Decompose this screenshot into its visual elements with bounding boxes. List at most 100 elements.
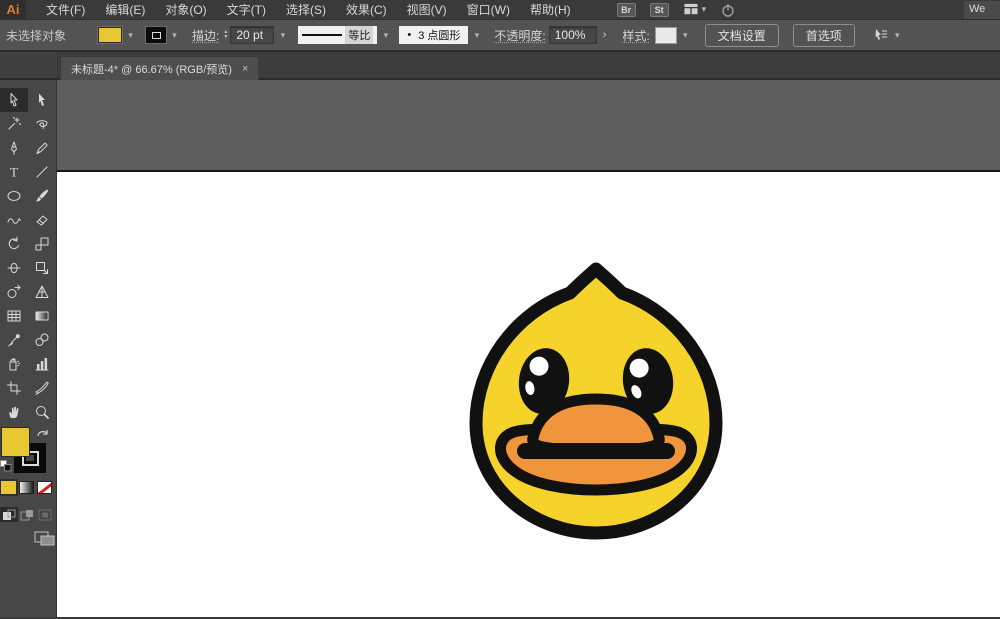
draw-behind-button[interactable] (18, 507, 36, 522)
brush-definition-dropdown[interactable]: • 3 点圆形 (399, 26, 468, 44)
selection-tool-icon (6, 92, 22, 108)
menu-item-8[interactable]: 帮助(H) (520, 0, 581, 20)
drawing-modes (0, 507, 54, 522)
draw-normal-button[interactable] (0, 507, 18, 522)
workspace-switcher[interactable]: We (964, 1, 1000, 19)
tabbar-toolbar-spacer (0, 52, 58, 78)
menu-item-2[interactable]: 对象(O) (155, 0, 216, 20)
document-tab-title: 未标题-4* @ 66.67% (RGB/预览) (71, 61, 232, 77)
fill-color-swatch[interactable] (98, 27, 122, 43)
pencil-tool-icon (34, 140, 50, 156)
illustrator-logo: Ai (0, 0, 26, 20)
chevron-down-icon: ▾ (702, 5, 707, 14)
preferences-button[interactable]: 首选项 (793, 24, 855, 47)
line-segment-tool[interactable] (28, 160, 56, 184)
chevron-down-icon[interactable]: ▾ (680, 31, 691, 40)
arrange-documents-button[interactable]: ▾ (683, 2, 707, 17)
stroke-profile-dropdown[interactable]: 等比 (298, 26, 377, 44)
gradient-mode-button[interactable] (19, 481, 34, 494)
symbol-sprayer-tool[interactable] (0, 352, 28, 376)
rotate-tool[interactable] (0, 232, 28, 256)
style-label[interactable]: 样式: (622, 27, 649, 44)
column-graph-tool[interactable] (28, 352, 56, 376)
graphic-style-swatch[interactable] (655, 27, 677, 44)
menu-item-7[interactable]: 窗口(W) (457, 0, 520, 20)
stroke-color-swatch[interactable] (146, 27, 166, 43)
menu-item-6[interactable]: 视图(V) (397, 0, 457, 20)
document-setup-button[interactable]: 文档设置 (705, 24, 779, 47)
menu-item-1[interactable]: 编辑(E) (95, 0, 155, 20)
none-mode-button[interactable] (37, 481, 52, 494)
artboard-tool[interactable] (0, 376, 28, 400)
svg-text:T: T (10, 165, 18, 180)
selection-status: 未选择对象 (6, 27, 72, 44)
control-bar: 未选择对象 ▾ ▾ 描边: ▴▾ 20 pt ▾ 等比 ▾ • 3 点圆形 ▾ … (0, 20, 1000, 52)
chevron-down-icon[interactable]: ▾ (125, 31, 136, 40)
menu-item-4[interactable]: 选择(S) (276, 0, 336, 20)
default-fill-stroke-icon[interactable] (0, 459, 12, 477)
opacity-label[interactable]: 不透明度: (494, 27, 545, 44)
ellipse-tool[interactable] (0, 184, 28, 208)
brush-bullet: • (407, 29, 411, 41)
bridge-button[interactable]: Br (617, 3, 636, 17)
shape-builder-tool-icon (6, 284, 22, 300)
selection-tool[interactable] (0, 88, 28, 112)
paintbrush-tool[interactable] (28, 184, 56, 208)
menu-item-0[interactable]: 文件(F) (36, 0, 95, 20)
opacity-value[interactable]: 100% (549, 26, 597, 44)
free-transform-tool[interactable] (28, 256, 56, 280)
ellipse-tool-icon (6, 188, 22, 204)
hand-tool-icon (6, 404, 22, 420)
fill-indicator[interactable] (1, 427, 30, 457)
line-segment-tool-icon (34, 164, 50, 180)
stroke-weight-stepper[interactable]: ▴▾ (224, 30, 227, 40)
hand-tool[interactable] (0, 400, 28, 424)
blob-brush-tool[interactable] (0, 208, 28, 232)
stroke-weight-label[interactable]: 描边: (192, 27, 219, 44)
menu-bar: Ai 文件(F)编辑(E)对象(O)文字(T)选择(S)效果(C)视图(V)窗口… (0, 0, 1000, 20)
chevron-down-icon[interactable]: ▾ (471, 31, 482, 40)
scale-tool[interactable] (28, 232, 56, 256)
brush-name: 3 点圆形 (418, 27, 460, 43)
width-tool[interactable] (0, 256, 28, 280)
perspective-grid-tool[interactable] (28, 280, 56, 304)
direct-selection-tool[interactable] (28, 88, 56, 112)
magic-wand-tool[interactable] (0, 112, 28, 136)
artboard-tool-icon (6, 380, 22, 396)
eraser-tool[interactable] (28, 208, 56, 232)
type-tool[interactable]: T (0, 160, 28, 184)
select-similar-button[interactable]: ▾ (871, 27, 903, 43)
type-tool-icon: T (6, 164, 22, 180)
blend-tool[interactable] (28, 328, 56, 352)
cs-live-icon[interactable] (720, 2, 736, 18)
color-mode-button[interactable] (1, 481, 16, 494)
chevron-down-icon[interactable]: ▾ (277, 31, 288, 40)
chevron-down-icon[interactable]: ▾ (380, 31, 391, 40)
chevron-down-icon[interactable]: ▾ (169, 31, 180, 40)
lasso-tool[interactable] (28, 112, 56, 136)
slice-tool[interactable] (28, 376, 56, 400)
canvas-area[interactable] (57, 80, 1000, 617)
close-icon[interactable]: × (242, 63, 248, 75)
mesh-tool[interactable] (0, 304, 28, 328)
stroke-weight-value[interactable]: 20 pt (230, 26, 274, 44)
shape-builder-tool[interactable] (0, 280, 28, 304)
opacity-expand-arrow[interactable]: › (599, 29, 611, 41)
menu-items: 文件(F)编辑(E)对象(O)文字(T)选择(S)效果(C)视图(V)窗口(W)… (36, 0, 581, 20)
pencil-tool[interactable] (28, 136, 56, 160)
select-similar-icon (871, 27, 889, 43)
zoom-tool[interactable] (28, 400, 56, 424)
scale-tool-icon (34, 236, 50, 252)
stock-button[interactable]: St (650, 3, 669, 17)
blend-tool-icon (34, 332, 50, 348)
gradient-tool[interactable] (28, 304, 56, 328)
duck-artwork[interactable] (456, 261, 736, 541)
menu-item-5[interactable]: 效果(C) (336, 0, 397, 20)
draw-inside-button[interactable] (36, 507, 54, 522)
width-tool-icon (6, 260, 22, 276)
eyedropper-tool[interactable] (0, 328, 28, 352)
menu-item-3[interactable]: 文字(T) (217, 0, 276, 20)
screen-mode-button[interactable] (34, 528, 56, 551)
pen-tool[interactable] (0, 136, 28, 160)
document-tab[interactable]: 未标题-4* @ 66.67% (RGB/预览) × (60, 56, 259, 80)
